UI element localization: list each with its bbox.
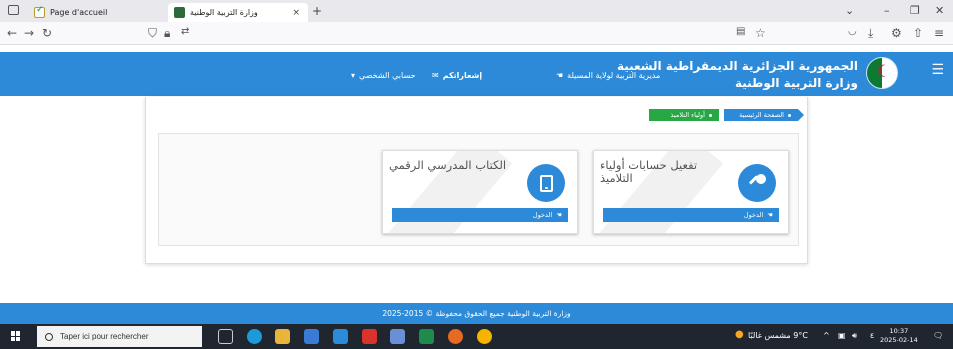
url-bar[interactable] — [140, 25, 780, 42]
breadcrumb-current-label: أولياء التلاميذ — [670, 111, 705, 119]
bookmark-star-icon[interactable]: ☆ — [755, 26, 766, 40]
notifications-label: إشعاراتكم — [442, 71, 483, 80]
enter-button-label: الدخول — [532, 211, 553, 219]
app-icon[interactable] — [390, 329, 405, 344]
language-indicator[interactable]: ε — [870, 331, 874, 340]
app-menu-icon[interactable]: ≡ — [934, 26, 944, 40]
tab-title: وزارة التربية الوطنية — [190, 8, 258, 17]
chrome-icon[interactable] — [477, 329, 492, 344]
card-title: الكتاب المدرسي الرقمي — [389, 158, 507, 172]
share-icon[interactable]: ⇧ — [913, 26, 923, 40]
tab-title: Page d'accueil — [50, 8, 108, 17]
enter-button[interactable]: ☚ الدخول — [392, 208, 568, 222]
services-panel: تفعيل حسابات أولياء التلاميذ ☚ الدخول ال… — [158, 133, 799, 246]
maximize-icon[interactable]: ❐ — [910, 4, 920, 17]
windows-start-icon[interactable] — [11, 331, 21, 341]
copyright-text: وزارة التربية الوطنية جميع الحقوق محفوظة… — [382, 309, 571, 318]
breadcrumb-home[interactable]: الصفحة الرئيسية — [724, 109, 804, 121]
pocket-icon[interactable]: ◡ — [848, 26, 857, 37]
forward-icon[interactable]: → — [24, 26, 34, 40]
store-icon[interactable] — [304, 329, 319, 344]
card-title: تفعيل حسابات أولياء التلاميذ — [600, 158, 698, 185]
weather-icon: ● — [735, 329, 744, 340]
show-hidden-icons[interactable]: ^ — [823, 331, 830, 340]
hand-point-icon: ☚ — [767, 211, 773, 219]
enter-button[interactable]: ☚ الدخول — [603, 208, 779, 222]
hand-point-icon: ☚ — [556, 71, 564, 80]
extensions-icon[interactable]: ⚙ — [891, 26, 902, 40]
account-dropdown[interactable]: حسابي الشخصي ▾ — [351, 71, 416, 80]
weather-text[interactable]: 9°C مشمس غالبًا — [748, 331, 808, 340]
account-label: حسابي الشخصي — [359, 71, 416, 80]
edge-icon[interactable] — [247, 329, 262, 344]
search-icon — [45, 332, 53, 341]
ministry-title: وزارة التربية الوطنية — [734, 76, 858, 90]
card-activate-parent-accounts: تفعيل حسابات أولياء التلاميذ ☚ الدخول — [593, 150, 789, 234]
new-tab-button[interactable]: + — [312, 4, 322, 18]
caret-down-icon: ▾ — [351, 71, 356, 80]
reader-view-icon[interactable]: ▤ — [736, 26, 745, 37]
clock-time: 10:37 — [889, 327, 909, 335]
breadcrumb-current: أولياء التلاميذ — [649, 109, 719, 121]
download-icon[interactable]: ⤓ — [868, 26, 873, 41]
browser-tab-bar: Page d'accueil × وزارة التربية الوطنية ×… — [0, 0, 953, 22]
taskbar-search[interactable]: Taper ici pour rechercher — [37, 326, 202, 347]
tab-page-accueil[interactable]: Page d'accueil × — [30, 3, 190, 22]
list-all-tabs-icon[interactable]: ⌄ — [845, 4, 854, 17]
enter-button-label: الدخول — [743, 211, 764, 219]
bullet-icon — [788, 113, 791, 117]
site-header: ☰ الجمهورية الجزائرية الديمقراطية الشعبي… — [0, 52, 953, 96]
ministry-logo — [866, 57, 898, 89]
close-tab-icon[interactable]: × — [292, 8, 300, 18]
notifications-link[interactable]: إشعاراتكم ✉ — [432, 71, 482, 80]
network-icon[interactable]: ▣ — [838, 331, 846, 340]
volume-icon[interactable]: 🔊︎ — [852, 331, 857, 341]
favicon-icon — [174, 7, 185, 18]
lock-icon[interactable]: 🔒︎ — [164, 26, 170, 41]
envelope-icon: ✉ — [432, 71, 439, 80]
tablet-icon — [539, 174, 553, 192]
search-placeholder: Taper ici pour rechercher — [60, 332, 149, 341]
favicon-icon — [34, 5, 45, 18]
directorate-link[interactable]: مديرية التربية لولاية المسيلة ☚ — [556, 71, 660, 80]
browser-nav-bar: ← → ↻ ⛉ 🔒︎ ⇄ ▤ ☆ ◡ ⤓ ⚙ ⇧ ≡ — [0, 22, 953, 45]
close-window-icon[interactable]: ✕ — [935, 4, 944, 17]
tab-manager-icon[interactable] — [8, 5, 19, 15]
excel-icon[interactable] — [419, 329, 434, 344]
acrobat-icon[interactable] — [362, 329, 377, 344]
key-icon — [747, 173, 767, 193]
minimize-icon[interactable]: – — [884, 4, 890, 17]
file-explorer-icon[interactable] — [275, 329, 290, 344]
permissions-icon[interactable]: ⇄ — [181, 26, 189, 37]
notifications-icon[interactable]: 🗨︎ — [933, 331, 943, 340]
shield-icon[interactable]: ⛉ — [148, 26, 157, 41]
hamburger-menu-icon[interactable]: ☰ — [931, 62, 944, 78]
tab-ministry[interactable]: وزارة التربية الوطنية × — [168, 3, 308, 22]
card-digital-textbook: الكتاب المدرسي الرقمي ☚ الدخول — [382, 150, 578, 234]
card-icon-circle — [527, 164, 565, 202]
task-view-icon[interactable] — [218, 329, 233, 344]
system-clock[interactable]: 10:37 2025-02-14 — [880, 327, 918, 345]
reload-icon[interactable]: ↻ — [42, 26, 52, 40]
clock-date: 2025-02-14 — [880, 336, 918, 344]
main-content: الصفحة الرئيسية أولياء التلاميذ تفعيل حس… — [145, 97, 808, 264]
app-icon[interactable] — [333, 329, 348, 344]
card-icon-circle — [738, 164, 776, 202]
back-icon[interactable]: ← — [7, 26, 17, 40]
hand-point-icon: ☚ — [556, 211, 562, 219]
breadcrumb-home-label: الصفحة الرئيسية — [739, 111, 784, 119]
site-footer: وزارة التربية الوطنية جميع الحقوق محفوظة… — [0, 303, 953, 324]
firefox-icon[interactable] — [448, 329, 463, 344]
windows-taskbar: Taper ici pour rechercher ● 9°C مشمس غال… — [0, 324, 953, 349]
bullet-icon — [709, 113, 712, 117]
directorate-label: مديرية التربية لولاية المسيلة — [567, 71, 661, 80]
